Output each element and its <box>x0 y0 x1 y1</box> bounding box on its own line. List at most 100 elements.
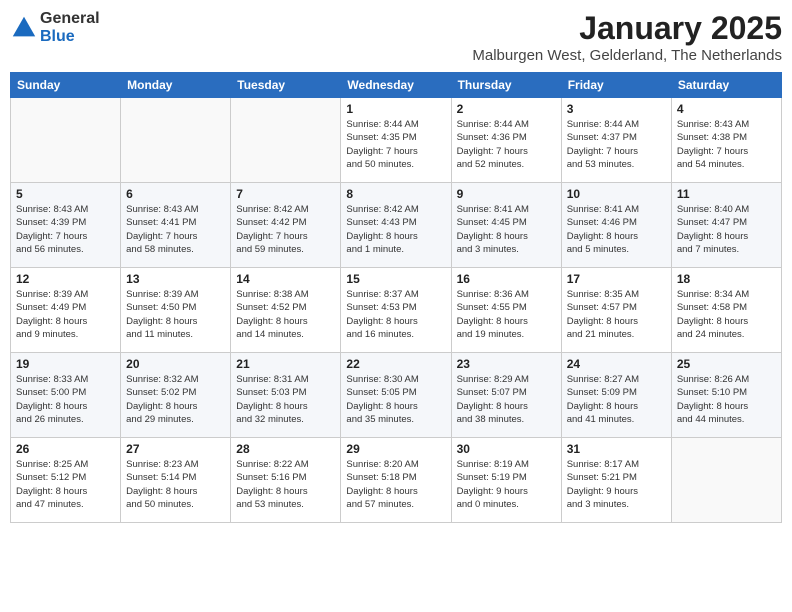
weekday-header: Tuesday <box>231 73 341 98</box>
title-block: January 2025 Malburgen West, Gelderland,… <box>472 10 782 64</box>
calendar-cell: 7 Sunrise: 8:42 AM Sunset: 4:42 PM Daylig… <box>231 183 341 268</box>
calendar-cell: 22 Sunrise: 8:30 AM Sunset: 5:05 PM Dayli… <box>341 353 451 438</box>
day-number: 4 <box>677 102 776 116</box>
day-number: 22 <box>346 357 445 371</box>
calendar-cell: 1Sunrise: 8:44 AM Sunset: 4:35 PM Daylig… <box>341 98 451 183</box>
calendar-cell: 15 Sunrise: 8:37 AM Sunset: 4:53 PM Dayli… <box>341 268 451 353</box>
weekday-header: Monday <box>121 73 231 98</box>
day-number: 16 <box>457 272 556 286</box>
location-title: Malburgen West, Gelderland, The Netherla… <box>472 47 782 64</box>
day-number: 18 <box>677 272 776 286</box>
day-info: Sunrise: 8:20 AM Sunset: 5:18 PM Dayligh… <box>346 458 445 511</box>
day-number: 9 <box>457 187 556 201</box>
page-header: General Blue January 2025 Malburgen West… <box>10 10 782 64</box>
calendar-cell: 27 Sunrise: 8:23 AM Sunset: 5:14 PM Dayli… <box>121 438 231 523</box>
day-info: Sunrise: 8:38 AM Sunset: 4:52 PM Dayligh… <box>236 288 335 341</box>
day-info: Sunrise: 8:44 AM Sunset: 4:37 PM Dayligh… <box>567 118 666 171</box>
day-info: Sunrise: 8:17 AM Sunset: 5:21 PM Dayligh… <box>567 458 666 511</box>
day-number: 31 <box>567 442 666 456</box>
month-title: January 2025 <box>472 10 782 47</box>
day-number: 8 <box>346 187 445 201</box>
day-info: Sunrise: 8:43 AM Sunset: 4:38 PM Dayligh… <box>677 118 776 171</box>
calendar-week-row: 12 Sunrise: 8:39 AM Sunset: 4:49 PM Dayli… <box>11 268 782 353</box>
calendar-cell <box>231 98 341 183</box>
day-info: Sunrise: 8:40 AM Sunset: 4:47 PM Dayligh… <box>677 203 776 256</box>
weekday-header: Friday <box>561 73 671 98</box>
day-number: 20 <box>126 357 225 371</box>
calendar-week-row: 19 Sunrise: 8:33 AM Sunset: 5:00 PM Dayli… <box>11 353 782 438</box>
day-number: 6 <box>126 187 225 201</box>
day-info: Sunrise: 8:23 AM Sunset: 5:14 PM Dayligh… <box>126 458 225 511</box>
day-number: 25 <box>677 357 776 371</box>
day-info: Sunrise: 8:22 AM Sunset: 5:16 PM Dayligh… <box>236 458 335 511</box>
calendar-cell: 21Sunrise: 8:31 AM Sunset: 5:03 PM Dayli… <box>231 353 341 438</box>
day-number: 2 <box>457 102 556 116</box>
day-number: 27 <box>126 442 225 456</box>
calendar-cell: 23Sunrise: 8:29 AM Sunset: 5:07 PM Dayli… <box>451 353 561 438</box>
day-number: 12 <box>16 272 115 286</box>
day-info: Sunrise: 8:42 AM Sunset: 4:43 PM Dayligh… <box>346 203 445 256</box>
calendar-cell: 9Sunrise: 8:41 AM Sunset: 4:45 PM Daylig… <box>451 183 561 268</box>
calendar-cell: 29 Sunrise: 8:20 AM Sunset: 5:18 PM Dayli… <box>341 438 451 523</box>
calendar-cell: 12 Sunrise: 8:39 AM Sunset: 4:49 PM Dayli… <box>11 268 121 353</box>
day-info: Sunrise: 8:19 AM Sunset: 5:19 PM Dayligh… <box>457 458 556 511</box>
calendar-week-row: 1Sunrise: 8:44 AM Sunset: 4:35 PM Daylig… <box>11 98 782 183</box>
calendar-cell: 14Sunrise: 8:38 AM Sunset: 4:52 PM Dayli… <box>231 268 341 353</box>
day-number: 26 <box>16 442 115 456</box>
calendar-cell: 24Sunrise: 8:27 AM Sunset: 5:09 PM Dayli… <box>561 353 671 438</box>
calendar-cell: 13Sunrise: 8:39 AM Sunset: 4:50 PM Dayli… <box>121 268 231 353</box>
day-number: 7 <box>236 187 335 201</box>
calendar-cell <box>121 98 231 183</box>
day-number: 15 <box>346 272 445 286</box>
day-info: Sunrise: 8:29 AM Sunset: 5:07 PM Dayligh… <box>457 373 556 426</box>
weekday-header: Saturday <box>671 73 781 98</box>
calendar-cell: 10Sunrise: 8:41 AM Sunset: 4:46 PM Dayli… <box>561 183 671 268</box>
calendar-cell: 20 Sunrise: 8:32 AM Sunset: 5:02 PM Dayli… <box>121 353 231 438</box>
calendar-cell: 30 Sunrise: 8:19 AM Sunset: 5:19 PM Dayli… <box>451 438 561 523</box>
day-info: Sunrise: 8:35 AM Sunset: 4:57 PM Dayligh… <box>567 288 666 341</box>
calendar-cell: 11Sunrise: 8:40 AM Sunset: 4:47 PM Dayli… <box>671 183 781 268</box>
calendar-cell: 18 Sunrise: 8:34 AM Sunset: 4:58 PM Dayli… <box>671 268 781 353</box>
calendar-cell: 25Sunrise: 8:26 AM Sunset: 5:10 PM Dayli… <box>671 353 781 438</box>
calendar-cell: 2Sunrise: 8:44 AM Sunset: 4:36 PM Daylig… <box>451 98 561 183</box>
logo-icon <box>10 14 38 42</box>
day-number: 5 <box>16 187 115 201</box>
weekday-header: Sunday <box>11 73 121 98</box>
day-info: Sunrise: 8:30 AM Sunset: 5:05 PM Dayligh… <box>346 373 445 426</box>
calendar-table: SundayMondayTuesdayWednesdayThursdayFrid… <box>10 72 782 523</box>
day-info: Sunrise: 8:36 AM Sunset: 4:55 PM Dayligh… <box>457 288 556 341</box>
weekday-header: Wednesday <box>341 73 451 98</box>
day-info: Sunrise: 8:39 AM Sunset: 4:49 PM Dayligh… <box>16 288 115 341</box>
calendar-cell: 26 Sunrise: 8:25 AM Sunset: 5:12 PM Dayli… <box>11 438 121 523</box>
logo-general: General <box>40 10 100 28</box>
day-number: 1 <box>346 102 445 116</box>
day-number: 3 <box>567 102 666 116</box>
day-info: Sunrise: 8:42 AM Sunset: 4:42 PM Dayligh… <box>236 203 335 256</box>
day-info: Sunrise: 8:25 AM Sunset: 5:12 PM Dayligh… <box>16 458 115 511</box>
day-number: 30 <box>457 442 556 456</box>
logo-text: General Blue <box>40 10 100 46</box>
day-info: Sunrise: 8:37 AM Sunset: 4:53 PM Dayligh… <box>346 288 445 341</box>
day-info: Sunrise: 8:34 AM Sunset: 4:58 PM Dayligh… <box>677 288 776 341</box>
calendar-cell: 4 Sunrise: 8:43 AM Sunset: 4:38 PM Daylig… <box>671 98 781 183</box>
day-number: 13 <box>126 272 225 286</box>
calendar-cell <box>671 438 781 523</box>
calendar-cell: 17Sunrise: 8:35 AM Sunset: 4:57 PM Dayli… <box>561 268 671 353</box>
calendar-cell: 8 Sunrise: 8:42 AM Sunset: 4:43 PM Daylig… <box>341 183 451 268</box>
calendar-cell: 31 Sunrise: 8:17 AM Sunset: 5:21 PM Dayli… <box>561 438 671 523</box>
calendar-cell: 3 Sunrise: 8:44 AM Sunset: 4:37 PM Daylig… <box>561 98 671 183</box>
calendar-cell: 6Sunrise: 8:43 AM Sunset: 4:41 PM Daylig… <box>121 183 231 268</box>
calendar-cell: 5 Sunrise: 8:43 AM Sunset: 4:39 PM Daylig… <box>11 183 121 268</box>
day-number: 29 <box>346 442 445 456</box>
calendar-cell: 19 Sunrise: 8:33 AM Sunset: 5:00 PM Dayli… <box>11 353 121 438</box>
day-number: 19 <box>16 357 115 371</box>
calendar-week-row: 26 Sunrise: 8:25 AM Sunset: 5:12 PM Dayli… <box>11 438 782 523</box>
day-info: Sunrise: 8:32 AM Sunset: 5:02 PM Dayligh… <box>126 373 225 426</box>
day-number: 21 <box>236 357 335 371</box>
day-info: Sunrise: 8:41 AM Sunset: 4:46 PM Dayligh… <box>567 203 666 256</box>
day-info: Sunrise: 8:27 AM Sunset: 5:09 PM Dayligh… <box>567 373 666 426</box>
day-info: Sunrise: 8:33 AM Sunset: 5:00 PM Dayligh… <box>16 373 115 426</box>
day-info: Sunrise: 8:43 AM Sunset: 4:39 PM Dayligh… <box>16 203 115 256</box>
calendar-cell <box>11 98 121 183</box>
day-number: 28 <box>236 442 335 456</box>
